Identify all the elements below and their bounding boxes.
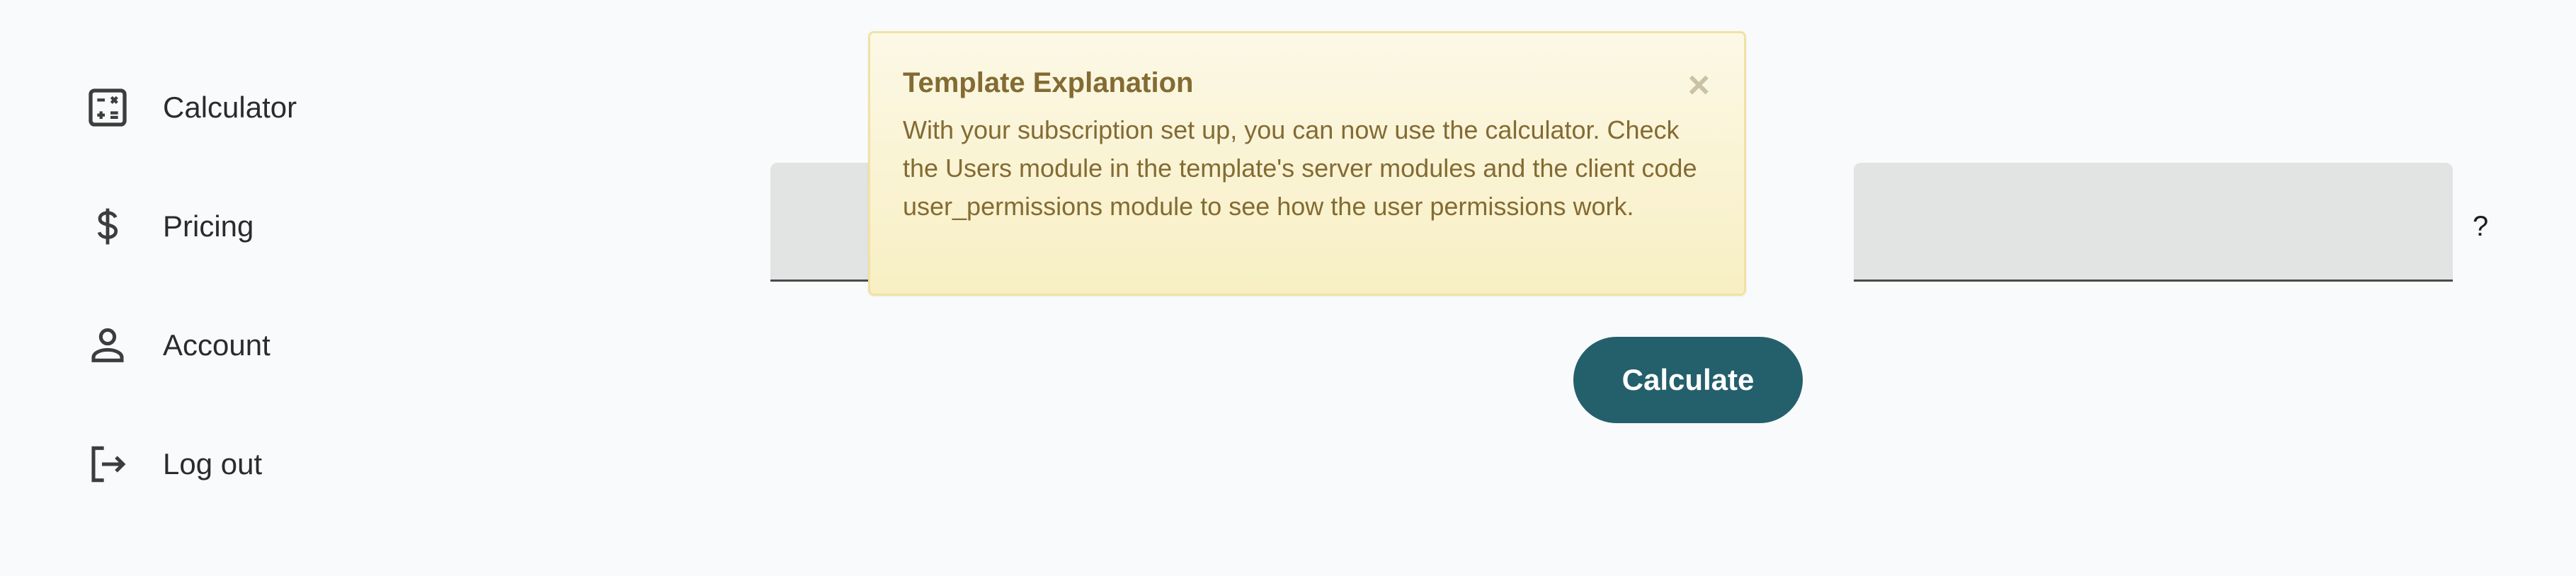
person-icon xyxy=(71,309,144,382)
sidebar-item-calculator[interactable]: Calculator xyxy=(71,65,368,150)
logout-icon xyxy=(71,427,144,501)
second-number-field[interactable] xyxy=(1854,163,2453,282)
sidebar-item-logout[interactable]: Log out xyxy=(71,422,368,507)
sidebar-item-pricing[interactable]: Pricing xyxy=(71,184,368,269)
dollar-icon xyxy=(71,190,144,263)
sidebar-item-label: Pricing xyxy=(163,209,254,243)
sidebar-item-label: Calculator xyxy=(163,91,297,124)
popup-title: Template Explanation xyxy=(903,67,1194,98)
calculate-button[interactable]: Calculate xyxy=(1573,337,1803,423)
sidebar-item-label: Account xyxy=(163,328,270,362)
question-mark: ? xyxy=(2473,211,2489,242)
sidebar-item-label: Log out xyxy=(163,447,263,480)
sidebar-item-account[interactable]: Account xyxy=(71,303,368,388)
close-icon[interactable]: × xyxy=(1687,66,1710,104)
popup-body: With your subscription set up, you can n… xyxy=(903,115,1697,221)
calculator-icon xyxy=(71,71,144,144)
sidebar: Calculator Pricing Account Log out xyxy=(0,0,397,576)
second-number-input[interactable] xyxy=(1854,163,2453,280)
app-page: Calculator Pricing Account Log out ? Cal… xyxy=(0,0,2576,576)
template-explanation-popup: Template Explanation With your subscript… xyxy=(868,31,1746,296)
